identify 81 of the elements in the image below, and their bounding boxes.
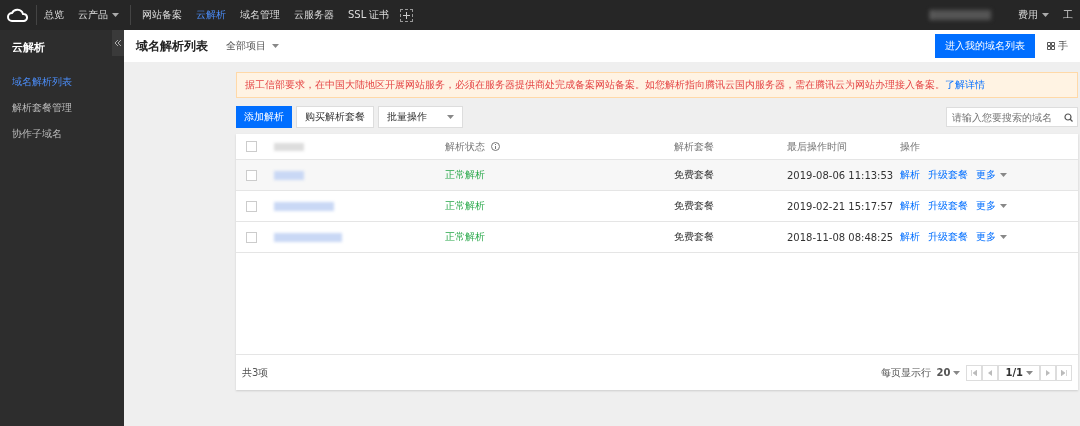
- help-link[interactable]: 手: [1058, 39, 1068, 53]
- page-select[interactable]: 1/1: [998, 364, 1040, 381]
- action-link[interactable]: 升级套餐: [928, 168, 968, 182]
- column-header: 解析套餐: [674, 139, 715, 154]
- next-page-button[interactable]: [1040, 364, 1056, 381]
- triangle-right-icon: [1046, 369, 1050, 376]
- redacted-domain: [274, 170, 304, 180]
- add-button[interactable]: [400, 8, 414, 22]
- action-link[interactable]: 升级套餐: [928, 230, 968, 244]
- caret-icon: [272, 44, 279, 48]
- action-link[interactable]: 更多: [976, 199, 1007, 213]
- triangle-left-icon: [988, 369, 993, 376]
- column-header: 解析状态: [445, 139, 485, 154]
- caret-icon: [447, 115, 454, 119]
- redacted-domain: [274, 201, 334, 211]
- grid-icon: [1047, 42, 1055, 50]
- per-page-label: 每页显示行: [880, 365, 931, 380]
- plan-cell-text: 免费套餐: [674, 199, 715, 213]
- per-page-select[interactable]: 20: [936, 367, 961, 378]
- action-link[interactable]: 解析: [900, 168, 920, 182]
- row-checkbox[interactable]: [246, 169, 257, 181]
- action-link[interactable]: 更多: [976, 168, 1007, 182]
- redacted-domain: [274, 232, 342, 242]
- nav-item[interactable]: SSL 证书: [341, 0, 397, 30]
- row-checkbox[interactable]: [246, 231, 257, 243]
- notice-text: 据工信部要求，在中国大陆地区开展网站服务，必须在服务器提供商处完成备案网站备案。如您解析指向腾讯云国内服务器，需在腾讯云为网站办理接入备案。了解详情: [236, 72, 1078, 98]
- info-icon: [491, 142, 500, 151]
- project-dropdown[interactable]: 全部项目: [226, 39, 279, 53]
- action-link[interactable]: 解析: [900, 230, 920, 244]
- sidebar-item[interactable]: 域名解析列表: [0, 69, 112, 95]
- redacted-header: [274, 142, 304, 151]
- nav-item[interactable]: 云解析: [189, 0, 233, 30]
- collapse-button[interactable]: [112, 30, 124, 56]
- status-text: 正常解析: [445, 230, 486, 244]
- last-page-button[interactable]: [1056, 364, 1072, 381]
- search-icon: [1064, 113, 1073, 122]
- last-page-icon: [1061, 369, 1067, 376]
- batch-dropdown[interactable]: 批量操作: [378, 106, 463, 128]
- double-chevron-icon: [115, 40, 121, 46]
- buy-plan-button[interactable]: 购买解析套餐: [296, 106, 374, 128]
- time-cell-text: 2018-11-08 08:48:25: [787, 231, 895, 243]
- total-count: 共3项: [242, 365, 269, 380]
- status-text: 正常解析: [445, 168, 486, 182]
- nav-item[interactable]: 云服务器: [287, 0, 341, 30]
- column-header: 操作: [900, 139, 921, 154]
- plan-cell-text: 免费套餐: [674, 230, 715, 244]
- first-page-icon: [971, 369, 978, 376]
- status-text: 正常解析: [445, 199, 486, 213]
- action-link[interactable]: 升级套餐: [928, 199, 968, 213]
- row-checkbox[interactable]: [246, 200, 257, 212]
- redacted-username: [930, 10, 991, 20]
- plan-cell-text: 免费套餐: [674, 168, 715, 182]
- nav-item[interactable]: 域名管理: [233, 0, 287, 30]
- add-record-button[interactable]: 添加解析: [236, 106, 292, 128]
- caret-icon: [1000, 204, 1007, 208]
- column-header: 最后操作时间: [787, 139, 848, 154]
- sidebar-item[interactable]: 协作子域名: [0, 121, 112, 147]
- first-page-button[interactable]: [966, 364, 983, 381]
- action-link[interactable]: 解析: [900, 199, 920, 213]
- cloud-icon: [7, 8, 29, 22]
- plus-icon: [403, 11, 411, 19]
- nav-item[interactable]: 费用: [1011, 0, 1056, 30]
- learn-more-link[interactable]: 了解详情: [945, 79, 985, 90]
- action-link[interactable]: 更多: [976, 230, 1007, 244]
- nav-item[interactable]: 总览: [37, 0, 71, 30]
- caret-icon: [1000, 173, 1007, 177]
- sidebar-title: 云解析: [11, 40, 46, 56]
- nav-item[interactable]: 云产品: [71, 0, 126, 30]
- sidebar-item[interactable]: 解析套餐管理: [0, 95, 112, 121]
- time-cell-text: 2019-02-21 15:17:57: [787, 200, 895, 212]
- page-title: 域名解析列表: [136, 37, 208, 55]
- caret-icon: [1026, 370, 1033, 375]
- caret-icon: [953, 370, 961, 375]
- time-cell-text: 2019-08-06 11:13:53: [787, 169, 895, 181]
- domain-list-button[interactable]: 进入我的域名列表: [935, 34, 1035, 58]
- nav-item[interactable]: 网站备案: [135, 0, 189, 30]
- checkbox[interactable]: [246, 141, 257, 152]
- search-field[interactable]: 请输入您要搜索的域名: [946, 107, 1078, 127]
- nav-item[interactable]: 工: [1056, 0, 1080, 30]
- prev-page-button[interactable]: [982, 364, 999, 381]
- caret-icon: [1000, 235, 1007, 239]
